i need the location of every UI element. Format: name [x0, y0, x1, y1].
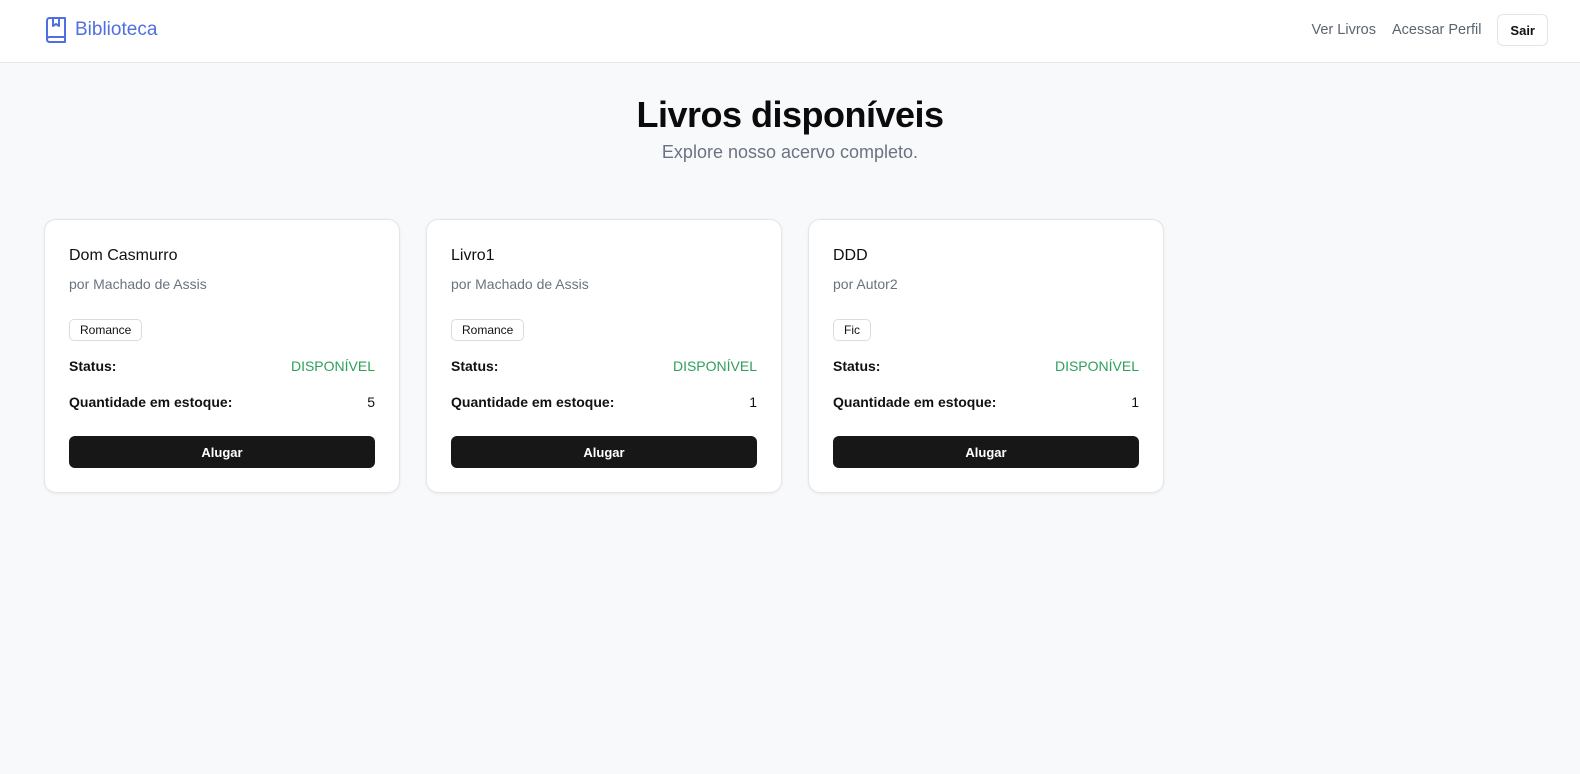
status-label: Status: [451, 358, 499, 374]
stock-row: Quantidade em estoque: 5 [69, 394, 375, 410]
genre-badge: Romance [451, 319, 525, 341]
book-card: Livro1 por Machado de Assis Romance Stat… [426, 219, 782, 493]
status-value: DISPONÍVEL [290, 358, 375, 374]
rent-button[interactable]: Alugar [833, 436, 1139, 468]
status-row: Status: DISPONÍVEL [451, 358, 757, 374]
book-title: Dom Casmurro [69, 247, 178, 264]
status-value: DISPONÍVEL [1054, 358, 1139, 374]
status-row: Status: DISPONÍVEL [833, 358, 1139, 374]
stock-row: Quantidade em estoque: 1 [451, 394, 757, 410]
brand-name: Biblioteca [75, 19, 158, 40]
book-icon [46, 17, 66, 43]
stock-label: Quantidade em estoque: [69, 394, 233, 410]
page-title: Livros disponíveis [636, 94, 944, 135]
navbar: Biblioteca Ver Livros Acessar Perfil Sai… [0, 0, 1580, 63]
status-label: Status: [833, 358, 881, 374]
stock-label: Quantidade em estoque: [833, 394, 997, 410]
book-card: DDD por Autor2 Fic Status: DISPONÍVEL Qu… [808, 219, 1164, 493]
status-value: DISPONÍVEL [672, 358, 757, 374]
status-label: Status: [69, 358, 117, 374]
book-title: DDD [833, 247, 868, 264]
status-row: Status: DISPONÍVEL [69, 358, 375, 374]
hero-section: Livros disponíveis Explore nosso acervo … [0, 94, 1580, 163]
stock-value: 1 [1131, 394, 1139, 410]
rent-button[interactable]: Alugar [451, 436, 757, 468]
logout-button[interactable]: Sair [1497, 14, 1548, 46]
stock-label: Quantidade em estoque: [451, 394, 615, 410]
stock-value: 5 [367, 394, 375, 410]
page-subtitle: Explore nosso acervo completo. [661, 142, 919, 162]
nav-link-profile[interactable]: Acessar Perfil [1392, 22, 1481, 38]
book-title: Livro1 [451, 247, 495, 264]
genre-badge: Fic [833, 319, 871, 341]
book-card: Dom Casmurro por Machado de Assis Romanc… [44, 219, 400, 493]
book-author: por Machado de Assis [69, 276, 207, 292]
nav-link-books[interactable]: Ver Livros [1311, 22, 1375, 38]
brand-link[interactable]: Biblioteca [45, 17, 157, 43]
genre-badge: Romance [69, 319, 143, 341]
stock-value: 1 [749, 394, 757, 410]
top-nav: Ver Livros Acessar Perfil Sair [1311, 14, 1548, 46]
rent-button[interactable]: Alugar [69, 436, 375, 468]
book-author: por Machado de Assis [451, 276, 589, 292]
stock-row: Quantidade em estoque: 1 [833, 394, 1139, 410]
book-author: por Autor2 [833, 276, 898, 292]
